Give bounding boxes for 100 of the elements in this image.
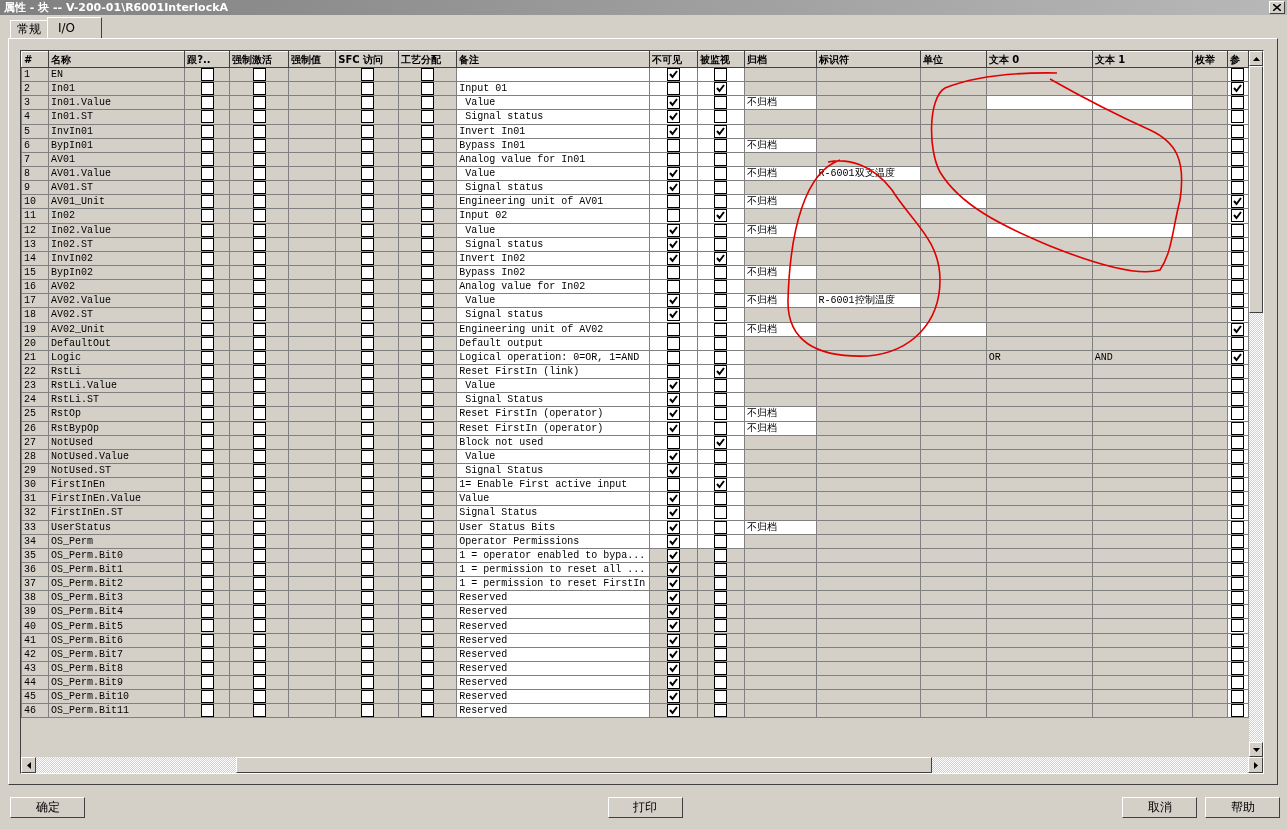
checkbox[interactable] <box>667 139 680 152</box>
checkbox[interactable] <box>200 252 214 265</box>
checkbox[interactable] <box>421 266 435 279</box>
checkbox[interactable] <box>1231 662 1245 675</box>
checkbox[interactable] <box>360 125 374 138</box>
checkbox[interactable] <box>1231 125 1245 138</box>
checkbox[interactable] <box>667 436 680 449</box>
checkbox[interactable] <box>421 549 435 562</box>
checkbox[interactable] <box>252 478 266 491</box>
checkbox[interactable] <box>714 308 728 321</box>
column-header[interactable]: 跟?.. <box>184 51 230 68</box>
checkbox[interactable] <box>200 662 214 675</box>
checkbox[interactable] <box>667 450 680 463</box>
checkbox[interactable] <box>252 139 266 152</box>
checkbox[interactable] <box>252 153 266 166</box>
checkbox[interactable] <box>252 605 266 618</box>
checkbox[interactable] <box>421 492 435 505</box>
checkbox[interactable] <box>360 478 374 491</box>
checkbox[interactable] <box>252 266 266 279</box>
checkbox[interactable] <box>667 96 680 109</box>
checkbox[interactable] <box>360 365 374 378</box>
checkbox[interactable] <box>252 195 266 208</box>
checkbox[interactable] <box>200 478 214 491</box>
checkbox[interactable] <box>200 209 214 223</box>
checkbox[interactable] <box>200 323 214 336</box>
checkbox[interactable] <box>1231 535 1245 548</box>
checkbox[interactable] <box>421 506 435 519</box>
column-header[interactable]: 强制值 <box>288 51 336 68</box>
column-header[interactable]: # <box>21 51 49 68</box>
checkbox[interactable] <box>252 464 266 477</box>
checkbox[interactable] <box>200 620 214 633</box>
checkbox[interactable] <box>1231 252 1245 265</box>
checkbox[interactable] <box>252 351 266 364</box>
checkbox[interactable] <box>667 153 680 166</box>
checkbox[interactable] <box>714 323 728 336</box>
checkbox[interactable] <box>421 365 435 378</box>
checkbox[interactable] <box>252 634 266 647</box>
checkbox[interactable] <box>1231 563 1245 576</box>
checkbox[interactable] <box>1231 365 1245 378</box>
checkbox[interactable] <box>200 82 214 95</box>
checkbox[interactable] <box>200 224 214 237</box>
checkbox[interactable] <box>200 68 214 81</box>
checkbox[interactable] <box>1231 139 1245 152</box>
checkbox[interactable] <box>1231 266 1245 279</box>
checkbox[interactable] <box>667 620 680 633</box>
checkbox[interactable] <box>360 82 374 95</box>
checkbox[interactable] <box>714 96 728 109</box>
checkbox[interactable] <box>360 337 374 350</box>
checkbox[interactable] <box>667 662 680 675</box>
checkbox[interactable] <box>200 563 214 576</box>
checkbox[interactable] <box>360 139 374 152</box>
checkbox[interactable] <box>360 634 374 647</box>
checkbox[interactable] <box>200 690 214 703</box>
checkbox[interactable] <box>421 195 435 208</box>
checkbox[interactable] <box>421 620 435 633</box>
checkbox[interactable] <box>200 139 214 152</box>
checkbox[interactable] <box>714 407 728 420</box>
column-header[interactable]: 文本 0 <box>986 51 1093 68</box>
checkbox[interactable] <box>421 676 435 689</box>
checkbox[interactable] <box>421 181 435 194</box>
checkbox[interactable] <box>1231 280 1245 293</box>
column-header[interactable]: 不可见 <box>650 51 697 68</box>
checkbox[interactable] <box>421 535 435 548</box>
checkbox[interactable] <box>1231 181 1245 194</box>
checkbox[interactable] <box>252 563 266 576</box>
checkbox[interactable] <box>667 125 680 138</box>
checkbox[interactable] <box>252 648 266 661</box>
checkbox[interactable] <box>667 605 680 618</box>
checkbox[interactable] <box>714 181 728 194</box>
checkbox[interactable] <box>714 294 728 307</box>
checkbox[interactable] <box>714 506 728 519</box>
tab[interactable]: 常规 <box>10 20 48 38</box>
checkbox[interactable] <box>200 110 214 124</box>
checkbox[interactable] <box>360 605 374 618</box>
checkbox[interactable] <box>200 407 214 420</box>
checkbox[interactable] <box>1231 620 1245 633</box>
checkbox[interactable] <box>200 464 214 477</box>
checkbox[interactable] <box>252 337 266 350</box>
checkbox[interactable] <box>714 634 728 647</box>
checkbox[interactable] <box>360 238 374 251</box>
checkbox[interactable] <box>1231 506 1245 519</box>
checkbox[interactable] <box>421 422 435 435</box>
checkbox[interactable] <box>200 422 214 435</box>
checkbox[interactable] <box>667 393 680 406</box>
checkbox[interactable] <box>714 238 728 251</box>
checkbox[interactable] <box>200 634 214 647</box>
vertical-scrollbar[interactable] <box>1249 51 1263 757</box>
checkbox[interactable] <box>667 549 680 562</box>
checkbox[interactable] <box>360 506 374 519</box>
checkbox[interactable] <box>714 266 728 279</box>
checkbox[interactable] <box>421 464 435 477</box>
checkbox[interactable] <box>360 464 374 477</box>
checkbox[interactable] <box>1231 450 1245 463</box>
checkbox[interactable] <box>252 224 266 237</box>
checkbox[interactable] <box>1231 68 1245 81</box>
checkbox[interactable] <box>714 224 728 237</box>
checkbox[interactable] <box>252 506 266 519</box>
checkbox[interactable] <box>360 224 374 237</box>
checkbox[interactable] <box>714 351 728 364</box>
checkbox[interactable] <box>1231 238 1245 251</box>
